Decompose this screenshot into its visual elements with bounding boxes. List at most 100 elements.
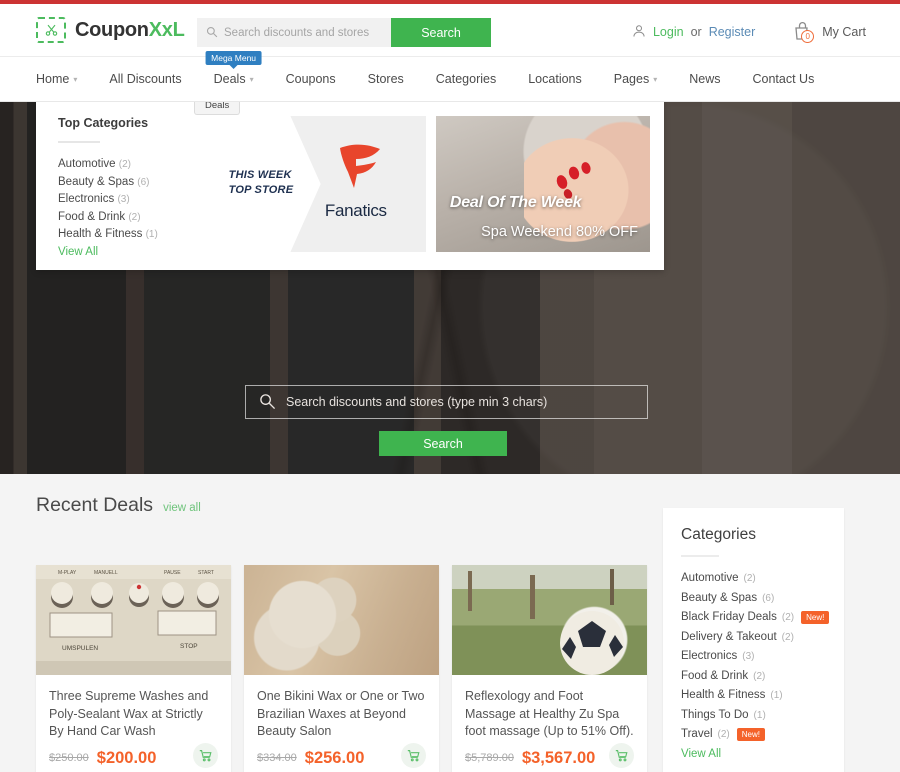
mega-category-label: Health & Fitness — [58, 228, 143, 240]
shopping-bag-icon: 0 — [792, 21, 815, 43]
sidebar-item-travel[interactable]: Travel (2) New! — [681, 725, 844, 745]
sidebar-item-label: Black Friday Deals — [681, 611, 777, 623]
nav-label: Pages — [613, 72, 650, 86]
mega-menu-tab-deals[interactable]: Deals — [194, 102, 241, 115]
deal-card-new-price: $3,567.00 — [521, 748, 596, 767]
site-header: CouponXxL Search Login or Register 0 — [0, 4, 900, 57]
deal-card[interactable]: One Bikini Wax or One or Two Brazilian W… — [244, 565, 439, 772]
sidebar-item-count: (2) — [781, 612, 795, 623]
deal-of-the-week-subtitle: Spa Weekend 80% OFF — [481, 224, 638, 240]
top-store-name: Fanatics — [324, 201, 387, 220]
svg-text:START: START — [198, 570, 214, 576]
header-right: Login or Register 0 My Cart — [632, 21, 866, 43]
logo-text-main: Coupon — [75, 18, 149, 41]
sidebar-item-count: (1) — [770, 690, 783, 701]
recent-deals-list: M-PLAY MANUELL PAUSE START UMSPULEN STOP — [36, 565, 647, 772]
nav-item-contact-us[interactable]: Contact Us — [736, 72, 830, 86]
deal-card-title[interactable]: One Bikini Wax or One or Two Brazilian W… — [257, 688, 426, 741]
recent-deals-header: Recent Deals view all — [36, 494, 201, 517]
nav-item-deals[interactable]: Mega Menu Deals ▾ — [198, 51, 270, 86]
sidebar-item-count: (3) — [742, 651, 755, 662]
mega-category-automotive[interactable]: Automotive (2) — [58, 156, 205, 174]
sidebar-item-label: Delivery & Takeout — [681, 630, 777, 643]
sidebar-item-count: (2) — [743, 573, 756, 584]
hero-search: Search — [245, 385, 648, 456]
nav-item-home[interactable]: Home ▾ — [36, 72, 93, 86]
sidebar-item-health-fitness[interactable]: Health & Fitness (1) — [681, 686, 844, 706]
deal-card[interactable]: M-PLAY MANUELL PAUSE START UMSPULEN STOP — [36, 565, 231, 772]
deal-card-title[interactable]: Reflexology and Foot Massage at Healthy … — [465, 688, 634, 741]
top-store-kicker-line2: TOP STORE — [228, 184, 294, 196]
hero-search-button[interactable]: Search — [379, 431, 507, 456]
search-icon — [206, 25, 218, 43]
add-to-cart-button[interactable] — [401, 742, 426, 768]
add-to-cart-button[interactable] — [609, 742, 634, 768]
categories-sidebar-title: Categories — [681, 526, 756, 543]
mega-category-count: (3) — [117, 194, 130, 205]
deal-card-title[interactable]: Three Supreme Washes and Poly-Sealant Wa… — [49, 688, 218, 741]
nav-item-pages[interactable]: Pages ▾ — [598, 72, 673, 86]
nav-item-categories[interactable]: Categories — [420, 72, 512, 86]
cart-widget[interactable]: 0 My Cart — [792, 21, 866, 43]
sidebar-item-things-to-do[interactable]: Things To Do (1) — [681, 706, 844, 726]
nav-item-stores[interactable]: Stores — [352, 72, 420, 86]
scissors-coupon-icon — [36, 17, 66, 43]
mega-category-count: (6) — [137, 176, 150, 188]
recent-deals-view-all-link[interactable]: view all — [163, 502, 201, 514]
mega-category-electronics[interactable]: Electronics (3) — [58, 191, 205, 209]
cart-label: My Cart — [822, 25, 866, 39]
top-store-kicker-line1: THIS WEEK — [228, 169, 292, 181]
nav-label: Coupons — [285, 72, 336, 86]
sidebar-item-beauty-spas[interactable]: Beauty & Spas (6) — [681, 589, 844, 609]
site-logo[interactable]: CouponXxL — [36, 17, 185, 43]
deal-card-image: M-PLAY MANUELL PAUSE START UMSPULEN STOP — [36, 565, 231, 675]
mega-category-health-fitness[interactable]: Health & Fitness (1) — [58, 226, 205, 244]
sidebar-item-electronics[interactable]: Electronics (3) — [681, 647, 844, 667]
main-navigation: Home ▾ All Discounts Mega Menu Deals ▾ Cou… — [0, 51, 900, 102]
divider — [58, 141, 100, 143]
deal-card-old-price: $5,789.00 — [465, 752, 514, 764]
sidebar-item-delivery-takeout[interactable]: Delivery & Takeout (2) — [681, 628, 844, 648]
header-search-button[interactable]: Search — [391, 18, 491, 47]
top-store-logo: Fanatics — [308, 140, 404, 221]
search-icon — [259, 393, 276, 415]
sidebar-item-food-drink[interactable]: Food & Drink (2) — [681, 667, 844, 687]
header-search-input[interactable] — [197, 18, 391, 47]
mega-top-categories-title: Top Categories — [58, 116, 149, 130]
sidebar-item-count: (2) — [753, 670, 766, 682]
sidebar-view-all-link[interactable]: View All — [681, 745, 844, 765]
deal-card-body: Three Supreme Washes and Poly-Sealant Wa… — [36, 675, 231, 741]
svg-text:PAUSE: PAUSE — [164, 570, 181, 576]
svg-text:MANUELL: MANUELL — [94, 570, 118, 576]
deal-card-new-price: $256.00 — [304, 748, 365, 767]
chevron-down-icon: ▾ — [653, 74, 658, 84]
add-to-cart-button[interactable] — [193, 742, 218, 768]
hero-search-input[interactable] — [245, 385, 648, 419]
mega-category-food-drink[interactable]: Food & Drink (2) — [58, 209, 205, 227]
mega-category-count: (1) — [145, 229, 158, 240]
status-badge: New! — [736, 728, 765, 742]
mega-category-label: Food & Drink — [58, 210, 126, 223]
deal-card-body: One Bikini Wax or One or Two Brazilian W… — [244, 675, 439, 741]
status-badge: New! — [801, 611, 830, 625]
nav-label: Stores — [367, 72, 404, 86]
deal-card-old-price: $334.00 — [257, 752, 297, 764]
nav-item-locations[interactable]: Locations — [512, 72, 598, 86]
deal-card[interactable]: Reflexology and Foot Massage at Healthy … — [452, 565, 647, 772]
top-store-card[interactable]: THIS WEEK TOP STORE Fanatics — [212, 116, 426, 252]
mega-menu-badge: Mega Menu — [205, 51, 263, 70]
nav-item-coupons[interactable]: Coupons — [270, 72, 352, 86]
register-link[interactable]: Register — [709, 25, 756, 39]
deal-of-the-week-card[interactable]: Deal Of The Week Spa Weekend 80% OFF — [435, 116, 650, 252]
top-store-kicker: THIS WEEK TOP STORE — [229, 168, 294, 198]
mega-category-beauty-spas[interactable]: Beauty & Spas (6) — [58, 174, 205, 192]
login-link[interactable]: Login — [653, 25, 684, 39]
mega-view-all-link[interactable]: View All — [58, 244, 205, 262]
sidebar-item-black-friday-deals[interactable]: Black Friday Deals (2) New! — [681, 608, 844, 628]
nav-item-all-discounts[interactable]: All Discounts — [93, 72, 197, 86]
nav-label: Contact Us — [752, 72, 815, 86]
user-icon — [632, 24, 646, 41]
nav-item-news[interactable]: News — [673, 72, 736, 86]
sidebar-item-automotive[interactable]: Automotive (2) — [681, 569, 844, 589]
svg-text:STOP: STOP — [180, 643, 198, 650]
